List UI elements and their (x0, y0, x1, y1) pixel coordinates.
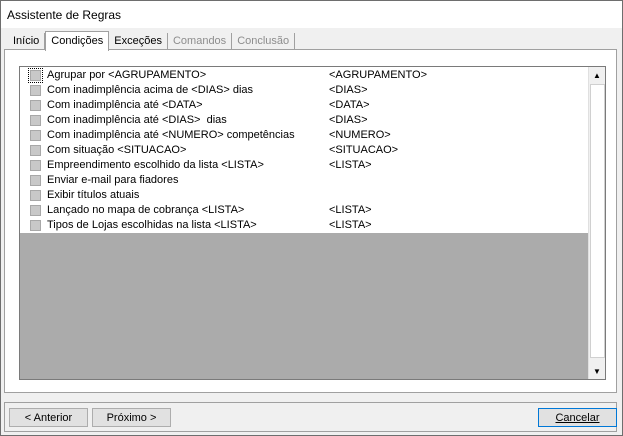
condition-checkbox[interactable] (30, 205, 41, 216)
previous-button[interactable]: < Anterior (9, 408, 88, 427)
condition-label: Tipos de Lojas escolhidas na lista <LIST… (47, 219, 257, 231)
condition-row[interactable]: Enviar e-mail para fiadores (20, 173, 588, 188)
condition-row[interactable]: Com inadimplência acima de <DIAS> dias <… (20, 83, 588, 98)
condition-checkbox[interactable] (28, 68, 43, 83)
condition-checkbox[interactable] (30, 160, 41, 171)
condition-token: <LISTA> (329, 219, 372, 231)
previous-button-label: < Anterior (24, 412, 73, 424)
condition-label: Lançado no mapa de cobrança <LISTA> (47, 204, 245, 216)
condition-row[interactable]: Com inadimplência até <NUMERO> competênc… (20, 128, 588, 143)
condition-row[interactable]: Lançado no mapa de cobrança <LISTA> <LIS… (20, 203, 588, 218)
condition-row[interactable]: Agrupar por <AGRUPAMENTO> <AGRUPAMENTO> (20, 68, 588, 83)
condition-row[interactable]: Exibir títulos atuais (20, 188, 588, 203)
condition-token: <DATA> (329, 99, 370, 111)
conditions-rows: Agrupar por <AGRUPAMENTO> <AGRUPAMENTO> … (20, 67, 588, 233)
condition-token: <NUMERO> (329, 129, 391, 141)
conditions-panel: Agrupar por <AGRUPAMENTO> <AGRUPAMENTO> … (4, 49, 617, 393)
scroll-thumb[interactable] (590, 84, 605, 358)
condition-token: <LISTA> (329, 159, 372, 171)
condition-checkbox[interactable] (30, 190, 41, 201)
condition-label: Enviar e-mail para fiadores (47, 174, 179, 186)
condition-label: Agrupar por <AGRUPAMENTO> (47, 69, 207, 81)
tab-inicio[interactable]: Início (8, 33, 46, 49)
condition-checkbox[interactable] (30, 145, 41, 156)
tab-comandos: Comandos (168, 33, 233, 49)
tab-label: Condições (51, 35, 104, 47)
window-title: Assistente de Regras (7, 8, 122, 22)
condition-label: Com inadimplência até <NUMERO> competênc… (47, 129, 295, 141)
tab-condicoes[interactable]: Condições (45, 31, 110, 51)
condition-label: Empreendimento escolhido da lista <LISTA… (47, 159, 264, 171)
condition-row[interactable]: Com inadimplência até <DATA> <DATA> (20, 98, 588, 113)
tab-label: Início (13, 35, 40, 47)
condition-token: <AGRUPAMENTO> (329, 69, 428, 81)
condition-label: Com inadimplência até <DATA> (47, 99, 203, 111)
tab-label: Comandos (172, 35, 227, 47)
condition-label: Exibir títulos atuais (47, 189, 140, 201)
scroll-up-icon[interactable]: ▲ (589, 67, 605, 83)
condition-checkbox[interactable] (30, 220, 41, 231)
condition-row[interactable]: Empreendimento escolhido da lista <LISTA… (20, 158, 588, 173)
condition-label: Com inadimplência acima de <DIAS> dias (47, 84, 254, 96)
tab-excecoes[interactable]: Exceções (109, 33, 168, 49)
condition-token: <SITUACAO> (329, 144, 399, 156)
condition-checkbox[interactable] (30, 175, 41, 186)
condition-token: <LISTA> (329, 204, 372, 216)
condition-label: Com situação <SITUACAO> (47, 144, 187, 156)
title-bar: Assistente de Regras (1, 1, 622, 28)
condition-label: Com inadimplência até <DIAS> dias (47, 114, 227, 126)
condition-row[interactable]: Com situação <SITUACAO> <SITUACAO> (20, 143, 588, 158)
tab-label: Exceções (114, 35, 162, 47)
tab-label: Conclusão (237, 35, 290, 47)
cancel-button[interactable]: Cancelar (538, 408, 617, 427)
condition-row[interactable]: Com inadimplência até <DIAS> dias <DIAS> (20, 113, 588, 128)
condition-checkbox[interactable] (30, 115, 41, 126)
conditions-checklist[interactable]: Agrupar por <AGRUPAMENTO> <AGRUPAMENTO> … (19, 66, 606, 380)
next-button-label: Próximo > (106, 412, 157, 424)
cancel-button-label: Cancelar (555, 412, 600, 424)
condition-checkbox[interactable] (30, 130, 41, 141)
condition-token: <DIAS> (329, 84, 368, 96)
vertical-scrollbar[interactable]: ▲ ▼ (588, 67, 605, 379)
condition-token: <DIAS> (329, 114, 368, 126)
condition-checkbox[interactable] (30, 85, 41, 96)
scroll-down-icon[interactable]: ▼ (589, 363, 605, 379)
tab-conclusao: Conclusão (232, 33, 296, 49)
next-button[interactable]: Próximo > (92, 408, 171, 427)
tab-strip: Início Condições Exceções Comandos Concl… (8, 31, 296, 51)
condition-row[interactable]: Tipos de Lojas escolhidas na lista <LIST… (20, 218, 588, 233)
condition-checkbox[interactable] (30, 100, 41, 111)
